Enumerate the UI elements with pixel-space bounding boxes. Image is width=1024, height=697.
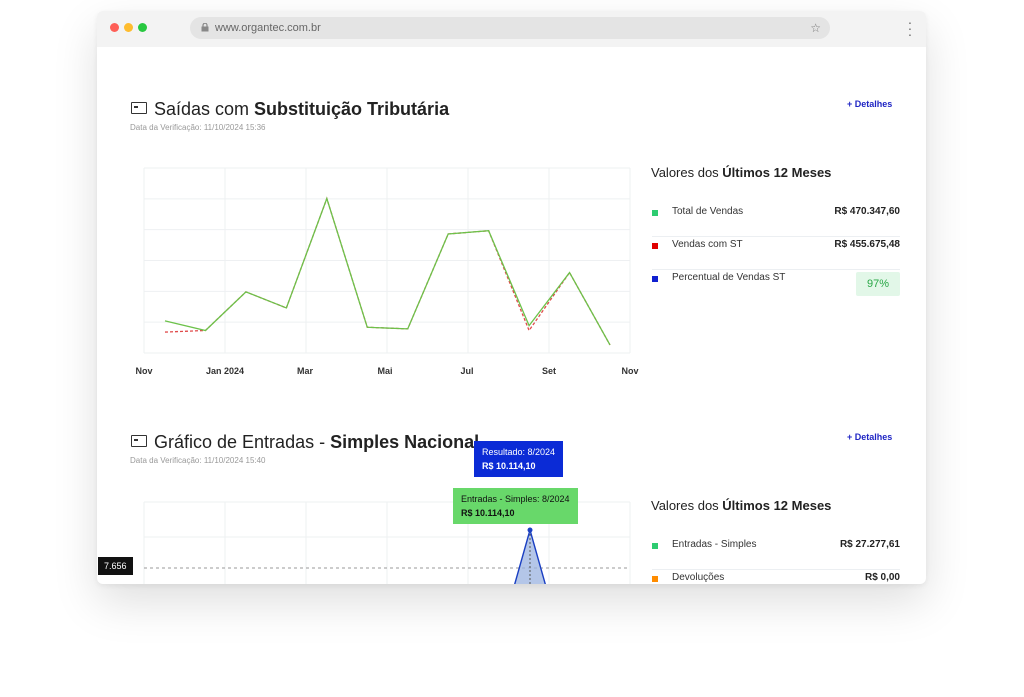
lock-icon [201,23,209,32]
tooltip-value: R$ 10.114,10 [482,461,536,471]
tooltip-title: Resultado: 8/2024 [482,447,556,457]
maximize-window-button[interactable] [138,23,147,32]
summary-value: R$ 455.675,48 [834,239,900,250]
browser-menu-icon[interactable]: · · · [907,15,913,41]
legend-swatch [652,576,658,582]
summary-title-1: Valores dos Últimos 12 Meses [651,165,832,180]
summary-value: R$ 470.347,60 [834,206,900,217]
url-text: www.organtec.com.br [215,22,321,34]
summary-row-devolucoes: Devoluções R$ 0,00 [652,570,900,584]
percent-badge: 97% [856,272,900,296]
details-link-entradas[interactable]: + Detalhes [847,432,892,442]
summary-row-entradas-simples: Entradas - Simples R$ 27.277,61 [652,537,900,570]
close-window-button[interactable] [110,23,119,32]
summary-row-percentual-st: Percentual de Vendas ST 97% [652,270,900,302]
crosshair-y-label: 7.656 [98,557,133,575]
summary-value: R$ 27.277,61 [839,539,900,550]
summary-label: Vendas com ST [672,239,743,250]
legend-swatch [652,543,658,549]
address-bar[interactable]: www.organtec.com.br ☆ [190,17,830,39]
minimize-window-button[interactable] [124,23,133,32]
data-point [527,527,533,533]
summary-label: Devoluções [672,572,725,583]
tooltip-entradas: Entradas - Simples: 8/2024 R$ 10.114,10 [453,488,578,524]
bookmark-star-icon[interactable]: ☆ [810,17,821,39]
page-content: Saídas com Substituição Tributária Data … [97,47,926,584]
browser-window: www.organtec.com.br ☆ · · · Saídas com Sub… [97,11,926,584]
summary-label: Percentual de Vendas ST [672,272,786,283]
summary-value: R$ 0,00 [864,572,900,583]
summary-label: Total de Vendas [672,206,744,217]
summary-row-total-vendas: Total de Vendas R$ 470.347,60 [652,204,900,237]
summary-row-vendas-st: Vendas com ST R$ 455.675,48 [652,237,900,270]
summary-title-2: Valores dos Últimos 12 Meses [651,498,832,513]
browser-toolbar: www.organtec.com.br ☆ · · · [97,11,926,47]
tooltip-title: Entradas - Simples: 8/2024 [461,494,570,504]
tooltip-resultado: Resultado: 8/2024 R$ 10.114,10 [474,441,564,477]
details-link-saidas[interactable]: + Detalhes [847,99,892,109]
summary-label: Entradas - Simples [672,539,757,550]
tooltip-value: R$ 10.114,10 [461,508,515,518]
